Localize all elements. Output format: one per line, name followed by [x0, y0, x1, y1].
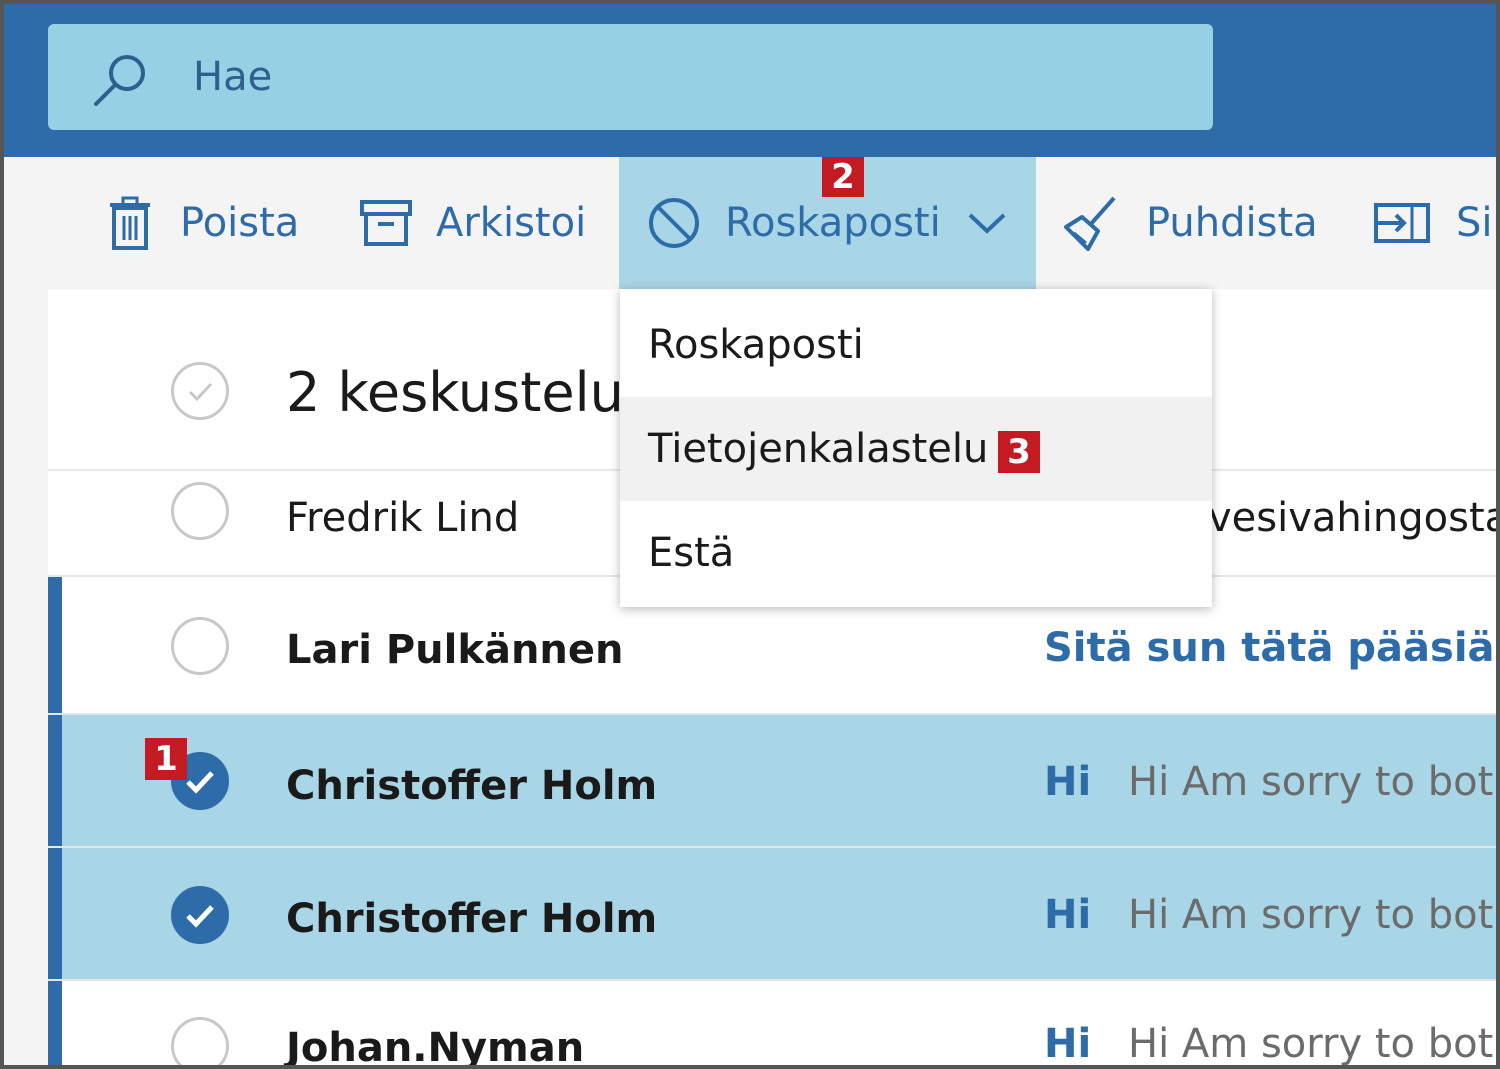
move-label: Sii [1456, 200, 1500, 246]
broom-icon [1064, 196, 1116, 251]
select-all-checkbox[interactable] [171, 362, 229, 420]
sender-name: Christoffer Holm [286, 896, 658, 942]
step-badge-2: 2 [822, 157, 864, 197]
unread-indicator [48, 577, 62, 713]
message-row[interactable]: Christoffer Holm Hi Hi Am sorry to bot [48, 848, 1496, 981]
check-icon [186, 905, 214, 928]
message-subject: Hi [1044, 892, 1092, 938]
conversation-count: 2 keskustelua [286, 361, 657, 424]
message-subject: Hi [1044, 1021, 1092, 1067]
check-icon [188, 382, 213, 402]
message-subject: Sitä sun tätä pääsiäises [1044, 625, 1496, 671]
app-frame: Poista Arkistoi Roskaposti [0, 0, 1500, 1069]
junk-label: Roskaposti [725, 200, 941, 246]
sender-name: Fredrik Lind [286, 495, 520, 541]
message-row[interactable]: Christoffer Holm Hi Hi Am sorry to bot [48, 715, 1496, 848]
search-input[interactable] [193, 24, 1093, 130]
sweep-button[interactable]: Puhdista [1064, 157, 1318, 289]
step-badge-3: 3 [998, 431, 1040, 473]
delete-label: Poista [180, 200, 300, 246]
menu-item-phishing[interactable]: Tietojenkalastelu [620, 397, 1212, 501]
delete-button[interactable]: Poista [108, 157, 299, 289]
menu-item-label: Estä [648, 530, 735, 576]
menu-item-label: Tietojenkalastelu [648, 426, 989, 472]
chevron-down-icon[interactable] [967, 211, 1007, 235]
sweep-label: Puhdista [1146, 200, 1318, 246]
unread-indicator [48, 715, 62, 846]
row-checkbox[interactable] [171, 617, 229, 675]
message-preview: Hi Am sorry to bot [1128, 892, 1494, 938]
block-icon [649, 198, 699, 248]
menu-item-label: Roskaposti [648, 322, 864, 368]
move-to-icon [1374, 203, 1430, 243]
message-preview: vesivahingosta [1208, 495, 1500, 541]
move-button[interactable]: Sii [1374, 157, 1500, 289]
message-subject: Hi [1044, 759, 1092, 805]
row-checkbox[interactable] [171, 1017, 229, 1065]
row-checkbox[interactable] [171, 886, 229, 944]
search-icon [94, 55, 145, 106]
menu-item-junk[interactable]: Roskaposti [620, 293, 1212, 397]
message-preview: Hi Am sorry to bot [1128, 759, 1494, 805]
archive-label: Arkistoi [436, 200, 587, 246]
menu-item-block[interactable]: Estä [620, 501, 1212, 605]
archive-icon [360, 200, 412, 246]
trash-icon [110, 196, 150, 250]
header-bar [4, 4, 1496, 157]
step-badge-1: 1 [145, 738, 187, 780]
sender-name: Christoffer Holm [286, 763, 658, 809]
message-preview: Hi Am sorry to bot [1128, 1021, 1494, 1067]
message-row[interactable]: Johan.Nyman Hi Hi Am sorry to bot [48, 981, 1496, 1069]
search-box[interactable] [48, 24, 1213, 130]
sender-name: Johan.Nyman [286, 1025, 585, 1069]
unread-indicator [48, 848, 62, 979]
row-checkbox[interactable] [171, 482, 229, 540]
archive-button[interactable]: Arkistoi [360, 157, 586, 289]
command-toolbar: Poista Arkistoi Roskaposti Puhdista Sii [4, 157, 1500, 289]
junk-dropdown-menu: Roskaposti Tietojenkalastelu Estä [620, 289, 1212, 607]
sender-name: Lari Pulkännen [286, 627, 624, 673]
unread-indicator [48, 981, 62, 1065]
